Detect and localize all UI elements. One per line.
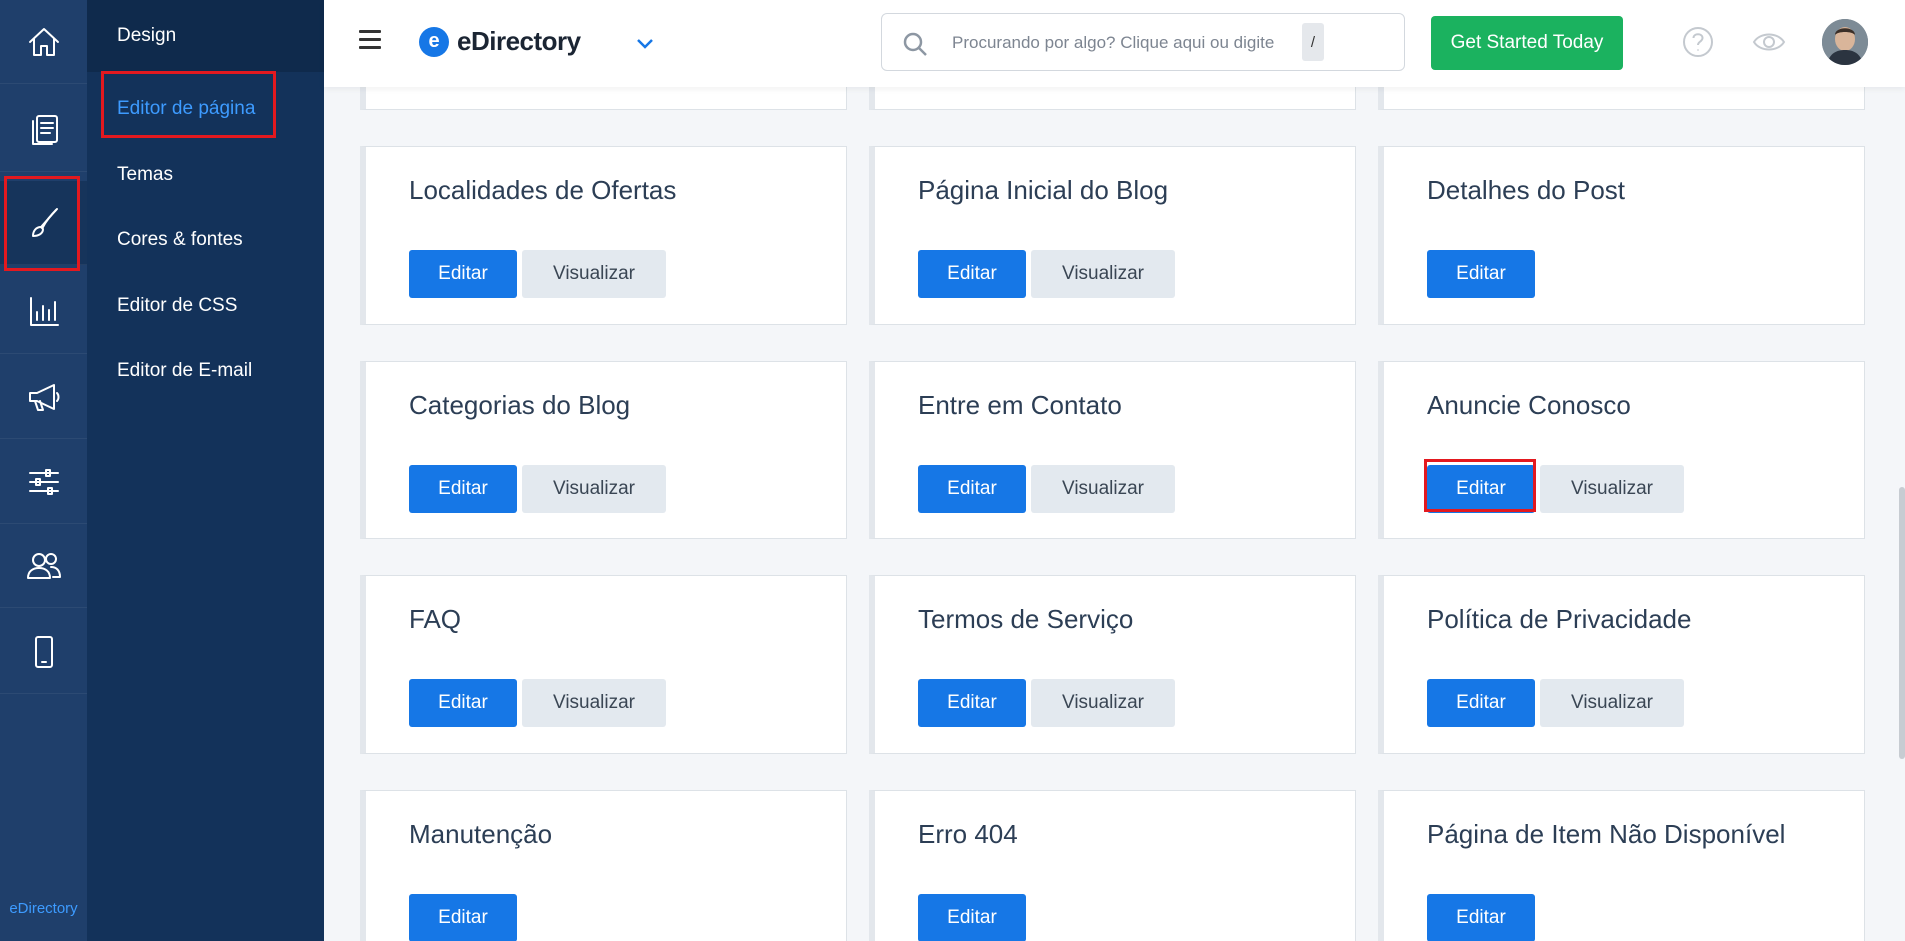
rail-pages[interactable] bbox=[0, 88, 87, 172]
view-button[interactable]: Visualizar bbox=[522, 679, 666, 727]
logo[interactable]: e eDirectory bbox=[419, 26, 581, 57]
help-icon[interactable] bbox=[1681, 25, 1715, 59]
avatar[interactable] bbox=[1822, 19, 1868, 65]
chevron-down-icon[interactable] bbox=[634, 32, 656, 54]
page-card-title: Detalhes do Post bbox=[1427, 175, 1626, 205]
page-card: FAQ Editar Visualizar bbox=[360, 575, 847, 754]
icon-rail: eDirectory bbox=[0, 0, 87, 941]
pages-icon bbox=[31, 114, 58, 145]
brush-icon bbox=[31, 207, 58, 237]
view-button[interactable]: Visualizar bbox=[522, 465, 666, 513]
edit-button[interactable]: Editar bbox=[409, 894, 517, 941]
rail-home[interactable] bbox=[0, 0, 87, 84]
page-card-title: Manutenção bbox=[409, 819, 553, 849]
page-card: Entre em Contato Editar Visualizar bbox=[869, 361, 1356, 539]
page-card-title: Política de Privacidade bbox=[1427, 604, 1692, 634]
edit-button[interactable]: Editar bbox=[1427, 250, 1535, 298]
edit-button[interactable]: Editar bbox=[409, 679, 517, 727]
search-box: / bbox=[881, 13, 1405, 71]
page-card-title: Erro 404 bbox=[918, 819, 1018, 849]
edit-button[interactable]: Editar bbox=[1427, 679, 1535, 727]
edit-button[interactable]: Editar bbox=[918, 679, 1026, 727]
design-submenu: Design Editor de página Temas Cores & fo… bbox=[87, 0, 324, 941]
rail-brand: eDirectory bbox=[9, 900, 78, 917]
edit-button[interactable]: Editar bbox=[1427, 465, 1535, 513]
users-icon bbox=[26, 552, 61, 579]
megaphone-icon bbox=[28, 383, 59, 411]
submenu-item-css-editor[interactable]: Editor de CSS bbox=[117, 295, 237, 317]
view-button[interactable]: Visualizar bbox=[1031, 250, 1175, 298]
rail-settings[interactable] bbox=[0, 440, 87, 524]
submenu-item-colors-fonts[interactable]: Cores & fontes bbox=[117, 229, 243, 251]
page-card-title: Anuncie Conosco bbox=[1427, 390, 1631, 420]
page-card: Termos de Serviço Editar Visualizar bbox=[869, 575, 1356, 754]
page-card: Anuncie Conosco Editar Visualizar bbox=[1378, 361, 1865, 539]
logo-badge: e bbox=[419, 26, 449, 57]
home-icon bbox=[28, 27, 59, 56]
page-card: Erro 404 Editar bbox=[869, 790, 1356, 941]
view-button[interactable]: Visualizar bbox=[1031, 465, 1175, 513]
submenu-heading: Design bbox=[117, 25, 177, 46]
rail-promote[interactable] bbox=[0, 355, 87, 439]
rail-mobile[interactable] bbox=[0, 610, 87, 694]
page-card: Página Inicial do Blog Editar Visualizar bbox=[869, 146, 1356, 325]
rail-reports[interactable] bbox=[0, 270, 87, 354]
edit-button[interactable]: Editar bbox=[918, 465, 1026, 513]
edit-button[interactable]: Editar bbox=[1427, 894, 1535, 941]
view-button[interactable]: Visualizar bbox=[522, 250, 666, 298]
get-started-button[interactable]: Get Started Today bbox=[1431, 16, 1623, 70]
edit-button[interactable]: Editar bbox=[409, 465, 517, 513]
search-shortcut-key: / bbox=[1302, 23, 1324, 61]
top-bar: e eDirectory / Get Started Today bbox=[324, 0, 1905, 87]
search-input[interactable] bbox=[952, 29, 1332, 57]
page-card-title: Categorias do Blog bbox=[409, 390, 631, 420]
scrollbar[interactable] bbox=[1899, 487, 1905, 759]
logo-text: eDirectory bbox=[457, 26, 581, 56]
page-card: Detalhes do Post Editar bbox=[1378, 146, 1865, 325]
submenu-item-page-editor[interactable]: Editor de página bbox=[117, 98, 255, 120]
submenu-item-themes[interactable]: Temas bbox=[117, 164, 173, 186]
page-card-title: Página de Item Não Disponível bbox=[1427, 819, 1786, 849]
page-card-title: Localidades de Ofertas bbox=[409, 175, 677, 205]
view-button[interactable]: Visualizar bbox=[1031, 679, 1175, 727]
view-button[interactable]: Visualizar bbox=[1540, 679, 1684, 727]
page-card: Manutenção Editar bbox=[360, 790, 847, 941]
page-card: Página de Item Não Disponível Editar bbox=[1378, 790, 1865, 941]
rail-users[interactable] bbox=[0, 524, 87, 608]
page-card-title: Termos de Serviço bbox=[918, 604, 1134, 634]
edit-button[interactable]: Editar bbox=[918, 894, 1026, 941]
mobile-icon bbox=[34, 635, 53, 668]
eye-icon[interactable] bbox=[1752, 25, 1786, 59]
page-card-title: Entre em Contato bbox=[918, 390, 1122, 420]
submenu-item-email-editor[interactable]: Editor de E-mail bbox=[117, 360, 252, 382]
rail-design[interactable] bbox=[0, 181, 87, 265]
page-card-title: Página Inicial do Blog bbox=[918, 175, 1169, 205]
bar-chart-icon bbox=[29, 296, 59, 326]
page-card: Localidades de Ofertas Editar Visualizar bbox=[360, 146, 847, 325]
edit-button[interactable]: Editar bbox=[409, 250, 517, 298]
page-card: Política de Privacidade Editar Visualiza… bbox=[1378, 575, 1865, 754]
edit-button[interactable]: Editar bbox=[918, 250, 1026, 298]
page-card-title: FAQ bbox=[409, 604, 462, 634]
view-button[interactable]: Visualizar bbox=[1540, 465, 1684, 513]
menu-icon[interactable] bbox=[359, 30, 381, 52]
page-card: Categorias do Blog Editar Visualizar bbox=[360, 361, 847, 539]
sliders-icon bbox=[28, 468, 59, 495]
search-icon bbox=[902, 31, 928, 57]
